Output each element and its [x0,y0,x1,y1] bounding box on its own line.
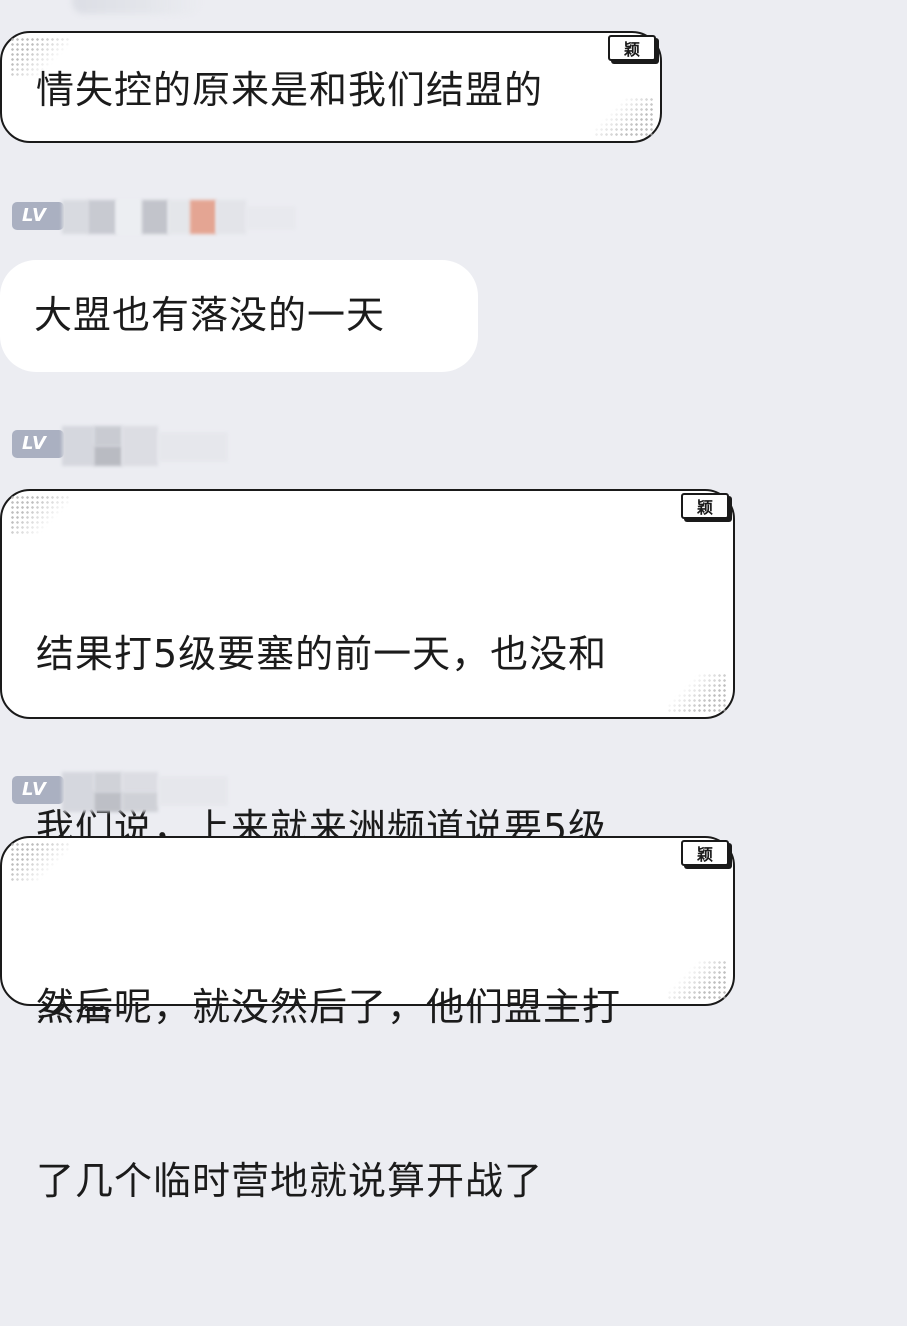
message-line: 了几个临时营地就说算开战了 [36,1159,544,1203]
blurred-username [62,198,302,238]
level-badge: LV [12,430,64,458]
level-badge: LV [12,202,64,230]
message-text: 大盟也有落没的一天 [34,293,386,337]
message-bubble[interactable]: 颖 情失控的原来是和我们结盟的 [0,31,662,143]
sender-header[interactable]: LV [12,198,296,234]
message-line: 然后呢，就没然后了，他们盟主打 [36,985,622,1029]
blurred-username [62,426,242,466]
message-text: 然后呢，就没然后了，他们盟主打 了几个临时营地就说算开战了 [36,862,705,1326]
blurred-username [62,772,242,812]
message-bubble[interactable]: 大盟也有落没的一天 [0,260,478,372]
message-bubble[interactable]: 颖 然后呢，就没然后了，他们盟主打 了几个临时营地就说算开战了 [0,836,735,1203]
blurred-username [72,0,202,14]
message-line: 结果打5级要塞的前一天，也没和 [36,632,608,676]
message-text: 情失控的原来是和我们结盟的 [36,68,544,112]
sender-header[interactable]: LV [12,426,292,466]
message-bubble[interactable]: 颖 结果打5级要塞的前一天，也没和 我们说，上来就来洲频道说要5级 要塞 [0,489,735,1024]
bubble-badge: 颖 [608,35,656,61]
level-badge: LV [12,776,64,804]
sender-header[interactable]: LV [12,772,292,812]
sender-header-partial [12,0,212,14]
